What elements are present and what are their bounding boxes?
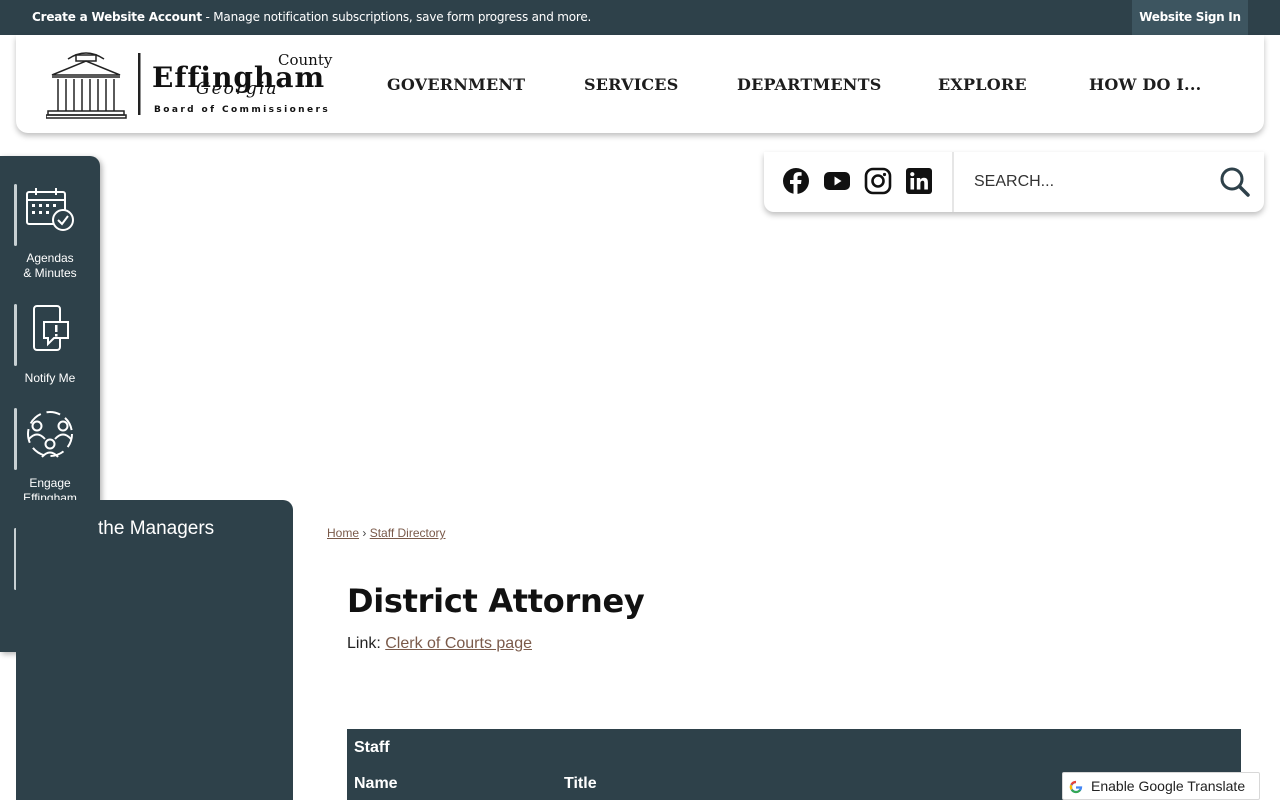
breadcrumb-staff-directory-link[interactable]: Staff Directory [370,526,446,540]
create-account-link[interactable]: Create a Website Account [32,10,202,24]
quicklink-label: Agendas [26,251,74,265]
account-description: - Manage notification subscriptions, sav… [201,10,592,24]
column-header-name[interactable]: Name [354,775,398,793]
link-line: Link: Clerk of Courts page [347,635,532,653]
social-search-divider [952,152,954,212]
quicklink-indicator [14,304,17,366]
breadcrumb-separator: › [362,526,367,540]
nav-how-do-i[interactable]: HOW DO I... [1089,75,1201,94]
quicklink-agendas-minutes[interactable]: Agendas & Minutes [0,184,100,294]
linkedin-icon[interactable] [905,167,933,195]
youtube-icon[interactable] [823,167,851,195]
top-account-bar: Create a Website Account - Manage notifi… [0,0,1280,35]
translate-label: Enable Google Translate [1091,778,1246,794]
breadcrumb-home-link[interactable]: Home [327,526,359,540]
social-search-bar [764,152,1264,212]
logo-subtitle-text: Board of Commissioners [154,105,331,115]
breadcrumb: Home › Staff Directory [327,526,446,540]
search-input[interactable] [964,164,1209,200]
column-header-title[interactable]: Title [564,775,597,793]
nav-services[interactable]: SERVICES [584,75,678,94]
nav-departments[interactable]: DEPARTMENTS [737,75,881,94]
side-panel-title[interactable]: the Managers [98,518,214,540]
instagram-icon[interactable] [864,167,892,195]
google-g-icon [1068,779,1084,795]
google-translate-button[interactable]: Enable Google Translate [1062,772,1260,800]
logo-state-text: Georgia [196,79,279,99]
quicklink-label: Notify Me [24,371,76,385]
search-icon[interactable] [1219,166,1251,198]
nav-explore[interactable]: EXPLORE [938,75,1027,94]
people-circle-icon [27,411,73,458]
clerk-of-courts-link[interactable]: Clerk of Courts page [385,635,532,652]
quicklink-label-line2: & Minutes [23,266,77,280]
quicklink-notify-me[interactable]: Notify Me [0,304,100,414]
calendar-check-icon [26,188,74,231]
quicklink-label: Engage [29,476,71,490]
page-title: District Attorney [347,582,645,620]
side-navigation-panel: the Managers [16,500,293,800]
link-prefix: Link: [347,635,386,652]
account-message[interactable]: Create a Website Account - Manage notifi… [32,10,591,24]
table-caption: Staff [354,739,390,756]
quicklink-indicator [14,408,17,470]
facebook-icon[interactable] [782,167,810,195]
website-sign-in-button[interactable]: Website Sign In [1132,0,1248,35]
phone-alert-icon [33,305,69,351]
county-logo[interactable]: County Effingham Georgia Board of Commis… [45,49,346,119]
nav-government[interactable]: GOVERNMENT [387,75,525,94]
quicklink-indicator [14,184,17,246]
site-header: County Effingham Georgia Board of Commis… [16,35,1264,133]
